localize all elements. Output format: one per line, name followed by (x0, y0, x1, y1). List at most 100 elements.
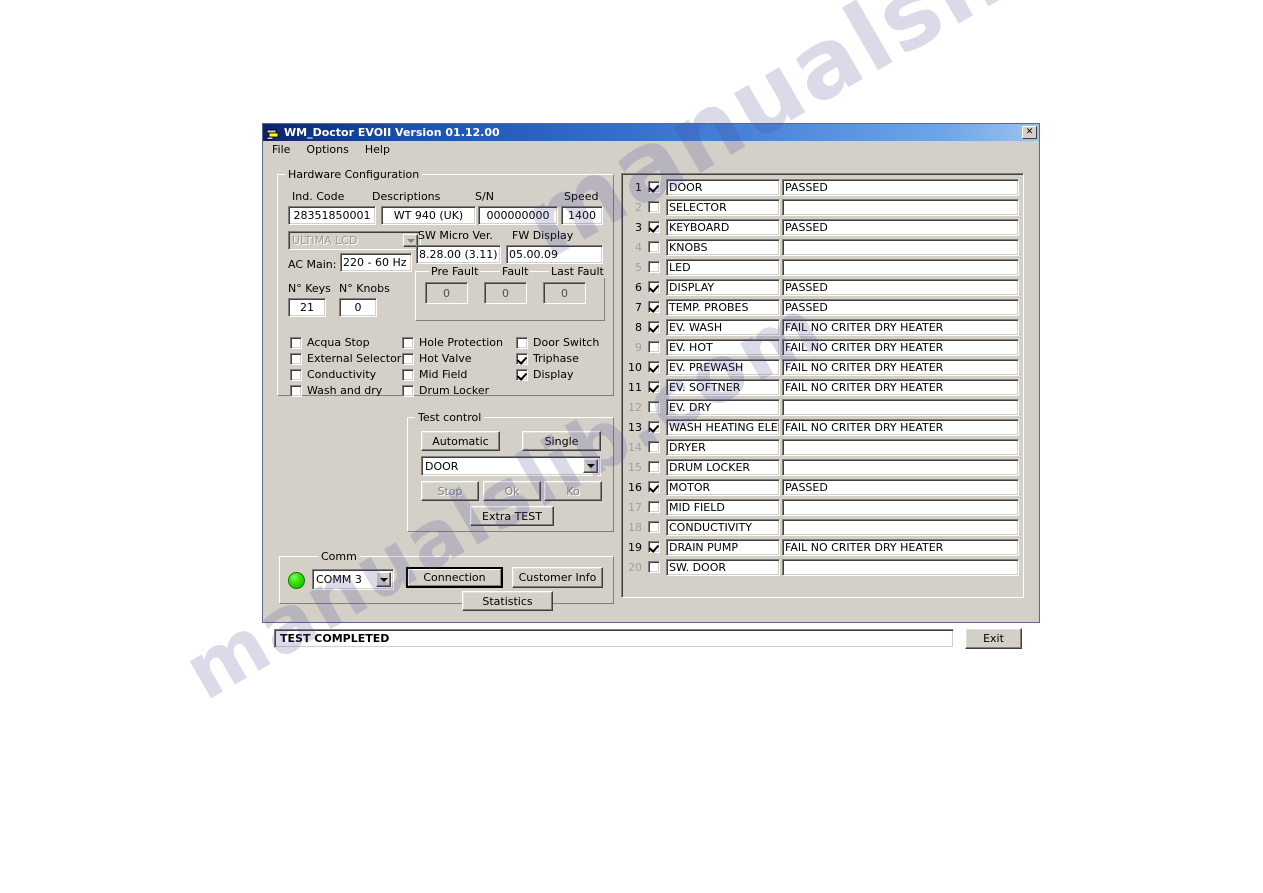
test-status-field[interactable] (782, 518, 1019, 536)
checkbox-box[interactable] (648, 481, 660, 493)
checkbox-box[interactable] (290, 336, 302, 349)
test-name-field[interactable]: DISPLAY (666, 278, 780, 296)
checkbox-box[interactable] (648, 381, 660, 393)
test-name-field[interactable]: EV. HOT (666, 338, 780, 356)
menu-item-options[interactable]: Options (306, 143, 348, 156)
checkbox-box[interactable] (648, 341, 660, 353)
exit-button[interactable]: Exit (965, 628, 1022, 649)
checkbox-box[interactable] (648, 541, 660, 553)
test-status-field[interactable] (782, 438, 1019, 456)
test-status-field[interactable]: FAIL NO CRITER DRY HEATER (782, 318, 1019, 336)
row-enable-checkbox[interactable] (648, 461, 660, 473)
checkbox-box[interactable] (402, 336, 414, 349)
checkbox-box[interactable] (648, 401, 660, 413)
test-status-field[interactable] (782, 398, 1019, 416)
checkbox-acqua-stop[interactable]: Acqua Stop (290, 336, 370, 349)
row-enable-checkbox[interactable] (648, 521, 660, 533)
test-name-field[interactable]: EV. PREWASH (666, 358, 780, 376)
test-status-field[interactable] (782, 198, 1019, 216)
row-enable-checkbox[interactable] (648, 361, 660, 373)
checkbox-box[interactable] (648, 321, 660, 333)
checkbox-box[interactable] (402, 368, 414, 381)
checkbox-wash-and-dry[interactable]: Wash and dry (290, 384, 382, 397)
row-enable-checkbox[interactable] (648, 381, 660, 393)
checkbox-hot-valve[interactable]: Hot Valve (402, 352, 472, 365)
test-name-field[interactable]: DRYER (666, 438, 780, 456)
test-select[interactable]: DOOR (421, 456, 601, 476)
test-name-field[interactable]: MID FIELD (666, 498, 780, 516)
test-name-field[interactable]: LED (666, 258, 780, 276)
row-enable-checkbox[interactable] (648, 281, 660, 293)
test-status-field[interactable]: PASSED (782, 298, 1019, 316)
row-enable-checkbox[interactable] (648, 341, 660, 353)
extra-test-button[interactable]: Extra TEST (470, 506, 554, 526)
row-enable-checkbox[interactable] (648, 201, 660, 213)
test-status-field[interactable] (782, 458, 1019, 476)
checkbox-triphase[interactable]: Triphase (516, 352, 579, 365)
row-enable-checkbox[interactable] (648, 401, 660, 413)
test-status-field[interactable]: FAIL NO CRITER DRY HEATER (782, 418, 1019, 436)
checkbox-box[interactable] (648, 461, 660, 473)
test-status-field[interactable]: FAIL NO CRITER DRY HEATER (782, 358, 1019, 376)
checkbox-box[interactable] (648, 201, 660, 213)
checkbox-box[interactable] (516, 352, 528, 365)
row-enable-checkbox[interactable] (648, 441, 660, 453)
test-name-field[interactable]: DRAIN PUMP (666, 538, 780, 556)
row-enable-checkbox[interactable] (648, 301, 660, 313)
checkbox-box[interactable] (290, 352, 302, 365)
test-status-field[interactable]: FAIL NO CRITER DRY HEATER (782, 338, 1019, 356)
customer-info-button[interactable]: Customer Info (512, 567, 603, 588)
test-status-field[interactable]: PASSED (782, 178, 1019, 196)
test-status-field[interactable] (782, 238, 1019, 256)
automatic-button[interactable]: Automatic (421, 431, 500, 451)
test-name-field[interactable]: EV. DRY (666, 398, 780, 416)
connection-button[interactable]: Connection (406, 567, 503, 588)
test-status-field[interactable] (782, 258, 1019, 276)
test-status-field[interactable] (782, 498, 1019, 516)
title-bar[interactable]: WM_Doctor EVOII Version 01.12.00 ✕ (263, 124, 1039, 141)
row-enable-checkbox[interactable] (648, 561, 660, 573)
checkbox-box[interactable] (516, 336, 528, 349)
row-enable-checkbox[interactable] (648, 221, 660, 233)
test-name-field[interactable]: DRUM LOCKER (666, 458, 780, 476)
checkbox-hole-protection[interactable]: Hole Protection (402, 336, 503, 349)
checkbox-box[interactable] (290, 384, 302, 397)
checkbox-drum-locker[interactable]: Drum Locker (402, 384, 489, 397)
checkbox-conductivity[interactable]: Conductivity (290, 368, 376, 381)
test-status-field[interactable]: PASSED (782, 218, 1019, 236)
checkbox-box[interactable] (516, 368, 528, 381)
checkbox-box[interactable] (290, 368, 302, 381)
checkbox-box[interactable] (648, 221, 660, 233)
row-enable-checkbox[interactable] (648, 261, 660, 273)
test-name-field[interactable]: TEMP. PROBES (666, 298, 780, 316)
row-enable-checkbox[interactable] (648, 421, 660, 433)
checkbox-box[interactable] (648, 241, 660, 253)
menu-item-help[interactable]: Help (365, 143, 390, 156)
checkbox-box[interactable] (648, 501, 660, 513)
ac-main-field[interactable]: 220 - 60 Hz (340, 253, 412, 272)
checkbox-box[interactable] (648, 561, 660, 573)
test-status-field[interactable]: FAIL NO CRITER DRY HEATER (782, 378, 1019, 396)
checkbox-display[interactable]: Display (516, 368, 574, 381)
row-enable-checkbox[interactable] (648, 481, 660, 493)
test-name-field[interactable]: EV. WASH (666, 318, 780, 336)
speed-field[interactable]: 1400 (561, 206, 603, 225)
test-name-field[interactable]: SELECTOR (666, 198, 780, 216)
ind-code-field[interactable]: 28351850001 (288, 206, 376, 225)
menu-item-file[interactable]: File (272, 143, 290, 156)
row-enable-checkbox[interactable] (648, 241, 660, 253)
test-name-field[interactable]: WASH HEATING ELEM (666, 418, 780, 436)
test-name-field[interactable]: EV. SOFTNER (666, 378, 780, 396)
checkbox-mid-field[interactable]: Mid Field (402, 368, 467, 381)
checkbox-box[interactable] (648, 421, 660, 433)
test-name-field[interactable]: KEYBOARD (666, 218, 780, 236)
checkbox-box[interactable] (648, 181, 660, 193)
test-name-field[interactable]: DOOR (666, 178, 780, 196)
serial-number-field[interactable]: 000000000 (478, 206, 558, 225)
row-enable-checkbox[interactable] (648, 181, 660, 193)
statistics-button[interactable]: Statistics (462, 591, 553, 611)
row-enable-checkbox[interactable] (648, 321, 660, 333)
descriptions-field[interactable]: WT 940 (UK) (381, 206, 476, 225)
test-status-field[interactable]: FAIL NO CRITER DRY HEATER (782, 538, 1019, 556)
fw-display-field[interactable]: 05.00.09 (506, 245, 603, 264)
